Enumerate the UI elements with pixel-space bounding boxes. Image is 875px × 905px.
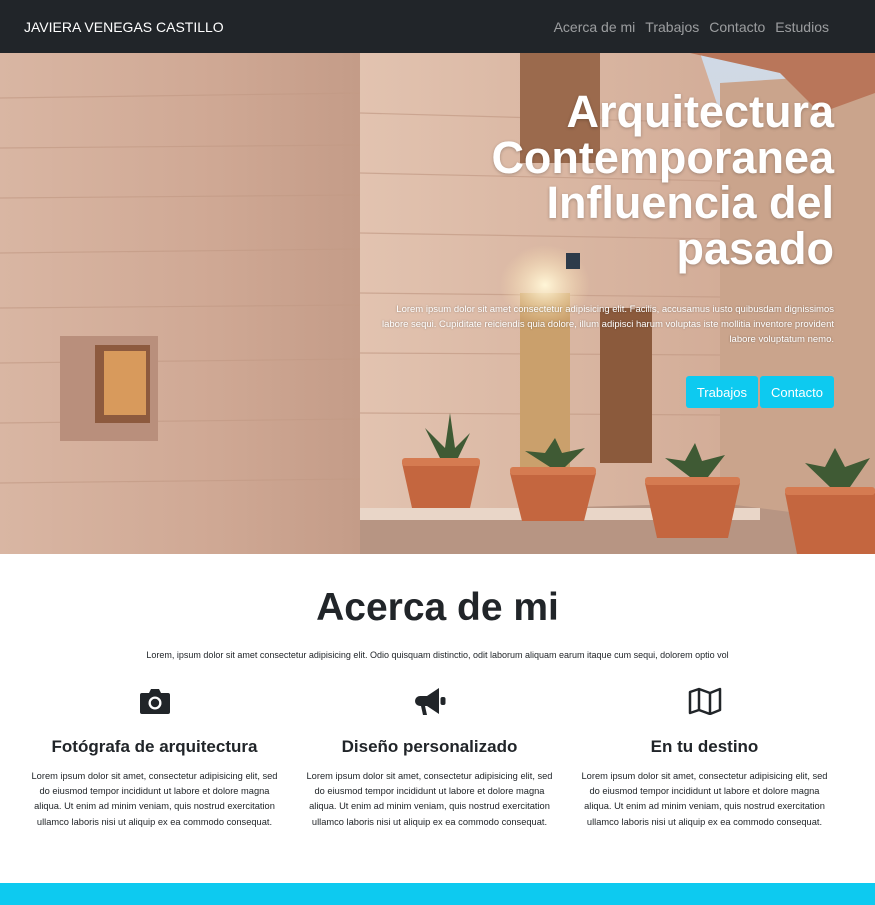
hero-buttons: Trabajos Contacto	[364, 376, 834, 408]
hero-title-line: Arquitectura	[566, 86, 834, 137]
next-section-strip	[0, 883, 875, 905]
hero-title-line: Contemporanea	[491, 131, 834, 183]
feature-title: Diseño personalizado	[341, 737, 518, 756]
feature-card: Fotógrafa de arquitectura Lorem ipsum do…	[17, 684, 292, 830]
brand-name[interactable]: JAVIERA VENEGAS CASTILLO	[24, 19, 224, 35]
feature-card: En tu destino Lorem ipsum dolor sit amet…	[567, 684, 842, 830]
hero-description: Lorem ipsum dolor sit amet consectetur a…	[381, 304, 834, 345]
navbar: JAVIERA VENEGAS CASTILLO Acerca de mi Tr…	[0, 0, 875, 53]
nav-link-contacto[interactable]: Contacto	[709, 19, 765, 35]
hero-title: Arquitectura Contemporanea Influencia de…	[364, 89, 834, 271]
about-section: Acerca de mi Lorem, ipsum dolor sit amet…	[0, 554, 875, 883]
contacto-button[interactable]: Contacto	[759, 376, 834, 408]
camera-icon	[17, 684, 292, 718]
feature-title: En tu destino	[650, 737, 759, 756]
nav-links: Acerca de mi Trabajos Contacto Estudios	[554, 19, 829, 35]
hero-title-line: Influencia del	[546, 177, 834, 228]
feature-card: Diseño personalizado Lorem ipsum dolor s…	[292, 684, 567, 830]
map-icon	[567, 684, 842, 718]
feature-title: Fotógrafa de arquitectura	[51, 737, 258, 756]
feature-text: Lorem ipsum dolor sit amet, consectetur …	[581, 771, 828, 827]
features-row: Fotógrafa de arquitectura Lorem ipsum do…	[17, 684, 857, 830]
nav-link-estudios[interactable]: Estudios	[775, 19, 829, 35]
feature-text: Lorem ipsum dolor sit amet, consectetur …	[31, 771, 278, 827]
hero-title-line: pasado	[676, 222, 834, 274]
hero-section: Arquitectura Contemporanea Influencia de…	[0, 53, 875, 554]
megaphone-icon	[292, 684, 567, 718]
feature-text: Lorem ipsum dolor sit amet, consectetur …	[306, 771, 553, 827]
hero-content: Arquitectura Contemporanea Influencia de…	[364, 89, 834, 408]
trabajos-button[interactable]: Trabajos	[685, 376, 758, 408]
nav-link-acerca[interactable]: Acerca de mi	[554, 19, 636, 35]
nav-link-trabajos[interactable]: Trabajos	[645, 19, 699, 35]
about-lead: Lorem, ipsum dolor sit amet consectetur …	[146, 650, 729, 660]
about-title: Acerca de mi	[316, 586, 559, 629]
